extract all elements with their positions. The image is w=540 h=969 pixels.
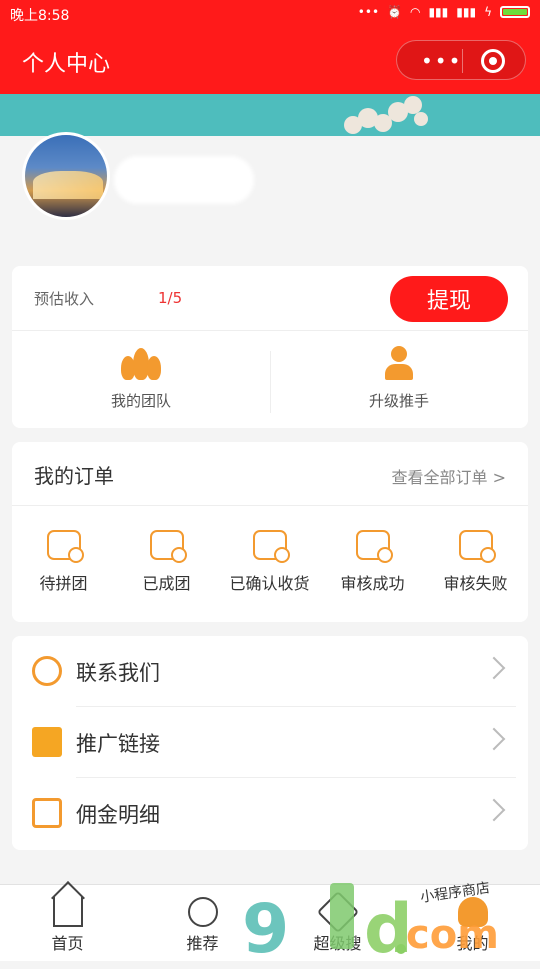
bottom-tab-bar: 首页 推荐 超级搜 我的 — [0, 884, 540, 961]
receipt-confirm-icon — [252, 530, 290, 563]
menu-card: 联系我们 推广链接 佣金明细 — [12, 636, 528, 850]
commission-detail-row[interactable]: 佣金明细 — [12, 778, 528, 849]
orders-divider — [12, 505, 528, 506]
commission-detail-label: 佣金明细 — [76, 803, 160, 827]
order-received[interactable]: 已确认收货 — [218, 530, 321, 594]
recommend-icon — [187, 897, 218, 927]
signal-icon: ▮▮▮ — [456, 5, 477, 19]
my-team-label: 我的团队 — [110, 392, 171, 410]
order-group-formed[interactable]: 已成团 — [115, 530, 218, 594]
promotion-link-icon — [32, 727, 62, 757]
order-received-label: 已确认收货 — [229, 574, 310, 593]
capsule-divider — [462, 49, 463, 73]
audit-success-icon — [355, 530, 393, 563]
tab-home-label: 首页 — [51, 934, 84, 953]
order-group-formed-label: 已成团 — [142, 574, 191, 593]
tab-recommend-label: 推荐 — [186, 934, 219, 953]
chevron-right-icon — [482, 727, 506, 751]
chevron-right-icon — [482, 798, 506, 822]
status-icons: ••• ⏰ ◠ ▮▮▮ ▮▮▮ ϟ — [358, 5, 530, 19]
avatar-photo — [33, 171, 103, 199]
order-pending-group[interactable]: 待拼团 — [12, 530, 115, 594]
tab-super-search[interactable]: 超级搜 — [270, 885, 405, 961]
navigation-bar: 个人中心 ••• — [0, 28, 540, 94]
upgrade-promoter-label: 升级推手 — [368, 392, 429, 410]
page-title: 个人中心 — [22, 52, 111, 77]
chevron-right-icon — [482, 656, 506, 680]
contact-us-row[interactable]: 联系我们 — [12, 636, 528, 707]
close-mini-program-icon[interactable] — [481, 49, 505, 73]
order-audit-fail[interactable]: 审核失败 — [424, 530, 527, 594]
profile-section — [0, 132, 540, 264]
order-audit-success[interactable]: 审核成功 — [321, 530, 424, 594]
notification-dots-icon: ••• — [357, 5, 380, 19]
team-icon — [121, 346, 161, 382]
order-audit-success-label: 审核成功 — [340, 574, 405, 593]
income-divider — [12, 330, 528, 331]
mini-program-capsule[interactable]: ••• — [396, 40, 526, 80]
order-pending-group-label: 待拼团 — [39, 574, 88, 593]
battery-icon — [500, 6, 530, 18]
signal-icon: ▮▮▮ — [428, 5, 449, 19]
my-orders-title: 我的订单 — [34, 464, 114, 488]
search-tag-icon — [316, 890, 359, 934]
home-icon — [52, 897, 83, 927]
promotion-link-row[interactable]: 推广链接 — [12, 707, 528, 778]
puzzle-icon — [46, 530, 84, 563]
profile-banner — [0, 94, 540, 136]
my-team-button[interactable]: 我的团队 — [12, 346, 270, 424]
hidden-username — [114, 156, 254, 204]
withdraw-button[interactable]: 提现 — [390, 276, 508, 322]
income-card: 预估收入 1/5 提现 我的团队 升级推手 — [12, 266, 528, 428]
group-success-icon — [149, 530, 187, 563]
upgrade-promoter-button[interactable]: 升级推手 — [270, 346, 528, 424]
commission-detail-icon — [32, 798, 62, 828]
contact-us-label: 联系我们 — [76, 661, 160, 685]
tab-me[interactable]: 我的 — [405, 885, 540, 961]
charging-icon: ϟ — [484, 5, 492, 19]
promoter-icon — [379, 346, 419, 382]
audit-fail-icon — [458, 530, 496, 563]
tab-recommend[interactable]: 推荐 — [135, 885, 270, 961]
balloons-decoration — [340, 94, 430, 136]
orders-card: 我的订单 查看全部订单 > 待拼团 已成团 已确认收货 审核成功 审核失败 — [12, 442, 528, 622]
alarm-icon: ⏰ — [387, 5, 402, 19]
avatar[interactable] — [22, 132, 110, 220]
more-button[interactable]: ••• — [421, 49, 462, 73]
customer-service-icon — [32, 656, 62, 686]
order-audit-fail-label: 审核失败 — [443, 574, 508, 593]
view-all-orders-link[interactable]: 查看全部订单 > — [392, 464, 507, 488]
wifi-icon: ◠ — [409, 5, 421, 19]
status-bar: 晚上8:58 ••• ⏰ ◠ ▮▮▮ ▮▮▮ ϟ — [0, 0, 540, 28]
me-icon — [457, 897, 488, 927]
estimated-income-value: 1/5 — [158, 289, 183, 307]
tab-super-search-label: 超级搜 — [313, 934, 362, 953]
estimated-income-label: 预估收入 — [34, 290, 95, 308]
tab-home[interactable]: 首页 — [0, 885, 135, 961]
tab-me-label: 我的 — [456, 934, 489, 953]
promotion-link-label: 推广链接 — [76, 732, 160, 756]
status-time: 晚上8:58 — [10, 8, 70, 24]
